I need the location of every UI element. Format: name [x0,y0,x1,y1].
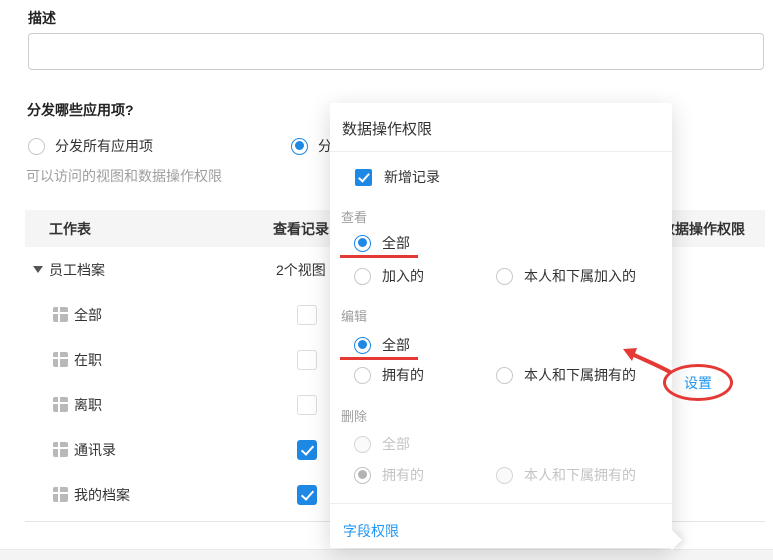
col-data-permission: 数据操作权限 [661,219,745,239]
option-view-self-subordinates[interactable]: 本人和下属加入的 [485,267,636,285]
radio-disabled-selected-icon [354,467,371,484]
radio-disabled-icon [496,467,513,484]
option-delete-self-subordinates: 本人和下属拥有的 [485,466,636,484]
view-name: 在职 [74,350,102,370]
radio-selected-icon[interactable] [354,337,371,354]
view-name: 我的档案 [74,485,130,505]
group-label-delete: 删除 [341,406,367,425]
data-permission-modal: 数据操作权限 新增记录 查看 全部 加入的 本人和下属加入的 编辑 全部 拥有的 [330,103,672,548]
view-name: 全部 [74,305,102,325]
option-label: 全部 [382,233,410,253]
option-label: 本人和下属加入的 [524,266,636,286]
view-checkbox[interactable] [297,350,317,370]
views-count: 2个视图 [276,260,326,280]
option-edit-self-subordinates[interactable]: 本人和下属拥有的 [485,366,636,384]
divider [330,503,672,504]
access-caption: 可以访问的视图和数据操作权限 [26,166,222,186]
view-grid-icon [53,352,68,367]
option-label: 本人和下属拥有的 [524,465,636,485]
red-underline-annotation [340,357,418,360]
option-edit-all[interactable]: 全部 [343,336,410,354]
view-grid-icon [53,487,68,502]
option-view-joined[interactable]: 加入的 [343,267,424,285]
view-checkbox[interactable] [297,485,317,505]
radio-selected-apps[interactable] [291,138,308,155]
settings-link[interactable]: 设置 [684,373,712,393]
option-label: 全部 [382,434,410,454]
view-grid-icon [53,307,68,322]
group-label-view: 查看 [341,207,367,226]
view-checkbox[interactable] [297,395,317,415]
radio-icon[interactable] [496,367,513,384]
field-permission-link[interactable]: 字段权限 [343,521,399,541]
radio-icon[interactable] [354,367,371,384]
description-input[interactable] [28,33,764,70]
distribute-question: 分发哪些应用项? [27,100,134,120]
option-label: 加入的 [382,266,424,286]
worksheet-name: 员工档案 [49,260,105,280]
option-edit-owned[interactable]: 拥有的 [343,366,424,384]
option-view-all[interactable]: 全部 [343,234,410,252]
settings-circle-annotation: 设置 [663,364,733,401]
view-name: 通讯录 [74,440,116,460]
view-grid-icon [53,442,68,457]
footer-strip [0,549,773,560]
view-grid-icon [53,397,68,412]
divider [330,151,672,152]
checked-checkbox-icon[interactable] [355,169,372,186]
radio-selected-icon[interactable] [354,235,371,252]
add-record-label: 新增记录 [384,167,440,187]
group-label-edit: 编辑 [341,306,367,325]
radio-all-apps[interactable] [28,138,45,155]
modal-title: 数据操作权限 [342,118,432,139]
add-record-row[interactable]: 新增记录 [343,167,440,187]
collapse-triangle-icon[interactable] [33,266,43,273]
option-label: 拥有的 [382,365,424,385]
radio-icon[interactable] [354,268,371,285]
description-label: 描述 [28,8,56,28]
view-checkbox[interactable] [297,440,317,460]
option-delete-owned: 拥有的 [343,466,424,484]
radio-all-apps-label[interactable]: 分发所有应用项 [55,136,153,156]
col-worksheet: 工作表 [49,219,249,239]
view-checkbox[interactable] [297,305,317,325]
radio-icon[interactable] [496,268,513,285]
view-name: 离职 [74,395,102,415]
option-label: 拥有的 [382,465,424,485]
red-underline-annotation [340,255,418,258]
radio-disabled-icon [354,436,371,453]
option-delete-all: 全部 [343,435,410,453]
option-label: 全部 [382,335,410,355]
